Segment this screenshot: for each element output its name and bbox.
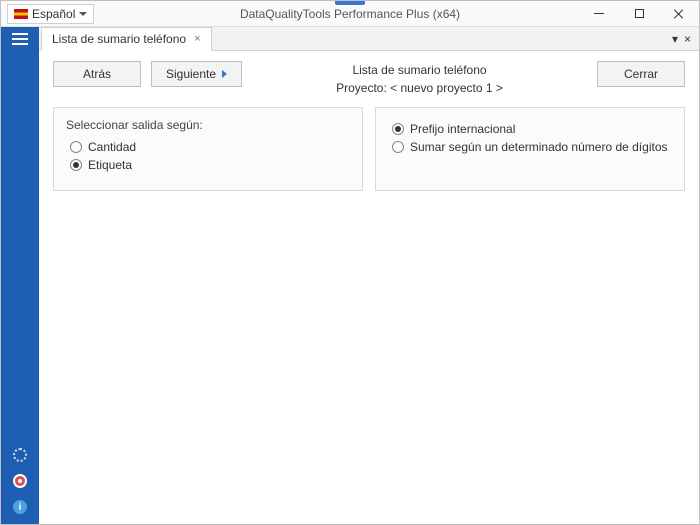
close-window-button[interactable] — [659, 1, 699, 27]
window-controls — [579, 1, 699, 27]
radio-etiqueta[interactable]: Etiqueta — [70, 158, 350, 172]
back-label: Atrás — [83, 67, 111, 81]
tabstrip: Lista de sumario teléfono × ▾ × — [39, 27, 699, 51]
maximize-button[interactable] — [619, 1, 659, 27]
minimize-icon — [594, 13, 604, 14]
sidebar: i — [1, 27, 39, 524]
sidebar-bottom: i — [13, 448, 27, 524]
radio-label: Sumar según un determinado número de díg… — [410, 140, 668, 154]
language-selector[interactable]: Español — [7, 4, 94, 24]
radio-icon — [392, 123, 404, 135]
quick-access-handle[interactable] — [335, 1, 365, 5]
project-line: Proyecto: < nuevo proyecto 1 > — [252, 79, 587, 97]
grouping-panel: Prefijo internacional Sumar según un det… — [375, 107, 685, 191]
tab-label: Lista de sumario teléfono — [52, 32, 186, 46]
sidebar-top — [12, 27, 28, 45]
chevron-right-icon — [222, 70, 227, 78]
close-button[interactable]: Cerrar — [597, 61, 685, 87]
next-button[interactable]: Siguiente — [151, 61, 242, 87]
toolbar: Atrás Siguiente Lista de sumario teléfon… — [39, 51, 699, 103]
next-label: Siguiente — [166, 67, 216, 81]
tab-pane-close-button[interactable]: × — [684, 32, 691, 46]
radio-prefijo-internacional[interactable]: Prefijo internacional — [392, 122, 672, 136]
radio-label: Etiqueta — [88, 158, 132, 172]
minimize-button[interactable] — [579, 1, 619, 27]
panels: Seleccionar salida según: Cantidad Etiqu… — [39, 103, 699, 205]
radio-label: Cantidad — [88, 140, 136, 154]
content: Lista de sumario teléfono × ▾ × Atrás Si… — [39, 27, 699, 524]
body: i Lista de sumario teléfono × ▾ × Atrás — [1, 27, 699, 524]
radio-icon — [392, 141, 404, 153]
tab-phone-summary[interactable]: Lista de sumario teléfono × — [41, 27, 212, 51]
output-selection-title: Seleccionar salida según: — [66, 118, 350, 132]
page-header: Lista de sumario teléfono Proyecto: < nu… — [252, 61, 587, 97]
tab-close-button[interactable]: × — [194, 33, 200, 45]
maximize-icon — [635, 9, 644, 18]
flag-icon — [14, 9, 28, 19]
close-label: Cerrar — [624, 67, 658, 81]
close-icon — [673, 8, 685, 20]
titlebar: Español DataQualityTools Performance Plu… — [1, 1, 699, 27]
gear-icon[interactable] — [13, 448, 27, 462]
radio-icon — [70, 159, 82, 171]
tab-dropdown-button[interactable]: ▾ — [672, 32, 678, 46]
chevron-down-icon — [79, 12, 87, 16]
app-title: DataQualityTools Performance Plus (x64) — [240, 7, 460, 21]
app-window: Español DataQualityTools Performance Plu… — [0, 0, 700, 525]
menu-button[interactable] — [12, 33, 28, 45]
language-label: Español — [32, 7, 75, 21]
radio-cantidad[interactable]: Cantidad — [70, 140, 350, 154]
radio-icon — [70, 141, 82, 153]
info-icon[interactable]: i — [13, 500, 27, 514]
radio-sumar-digitos[interactable]: Sumar según un determinado número de díg… — [392, 140, 672, 154]
radio-label: Prefijo internacional — [410, 122, 515, 136]
page-title: Lista de sumario teléfono — [252, 61, 587, 79]
tab-tools: ▾ × — [672, 27, 699, 50]
output-selection-panel: Seleccionar salida según: Cantidad Etiqu… — [53, 107, 363, 191]
help-icon[interactable] — [13, 474, 27, 488]
back-button[interactable]: Atrás — [53, 61, 141, 87]
